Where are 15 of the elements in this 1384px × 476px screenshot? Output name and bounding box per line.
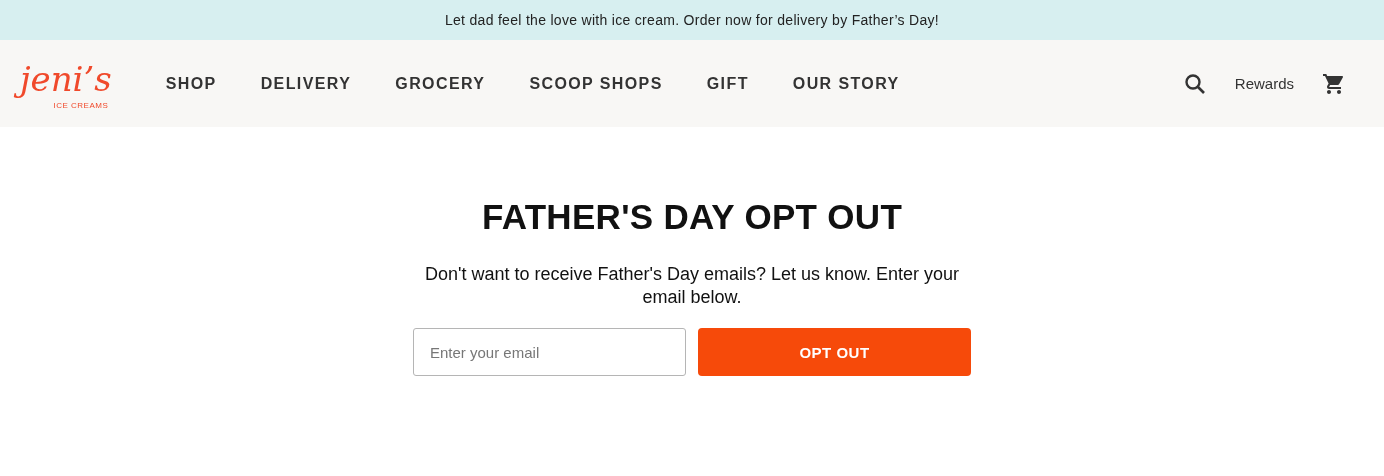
description-text: Don't want to receive Father's Day emails? Let us know. Enter your email below.: [423, 263, 961, 309]
email-field[interactable]: Enter your email: [413, 328, 686, 376]
nav-link[interactable]: OUR STORY: [792, 74, 900, 93]
logo[interactable]: jeni’s ICE CREAMS: [16, 57, 116, 110]
nav-link[interactable]: SCOOP SHOPS: [529, 74, 663, 93]
nav-link[interactable]: DELIVERY: [260, 74, 352, 93]
nav-link[interactable]: GROCERY: [395, 74, 486, 93]
rewards-link[interactable]: Rewards: [1234, 75, 1294, 92]
nav-link[interactable]: SHOP: [165, 74, 217, 93]
cart-icon[interactable]: [1322, 71, 1346, 96]
nav-link[interactable]: GIFT: [706, 74, 749, 93]
announcement-text: Let dad feel the love with ice cream. Order now for delivery by Father’s Day!: [444, 12, 940, 28]
search-icon[interactable]: [1182, 71, 1207, 96]
opt-out-button[interactable]: OPT OUT: [698, 328, 971, 376]
page-title: FATHER'S DAY OPT OUT: [481, 197, 903, 237]
